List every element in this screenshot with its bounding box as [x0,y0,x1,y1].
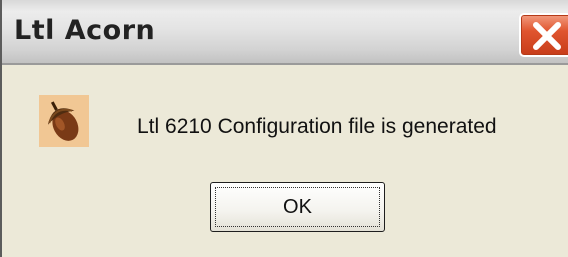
close-button[interactable] [519,13,568,57]
message-dialog: Ltl Acorn Ltl 6210 Configuration file is… [0,0,568,257]
acorn-icon [39,95,89,147]
ok-button-label: OK [215,187,380,227]
dialog-body: Ltl 6210 Configuration file is generated… [2,65,568,257]
title-bar[interactable]: Ltl Acorn [2,0,568,65]
close-x-icon [533,22,561,50]
window-title: Ltl Acorn [14,15,156,46]
message-text: Ltl 6210 Configuration file is generated [137,115,497,138]
ok-button[interactable]: OK [210,182,385,232]
